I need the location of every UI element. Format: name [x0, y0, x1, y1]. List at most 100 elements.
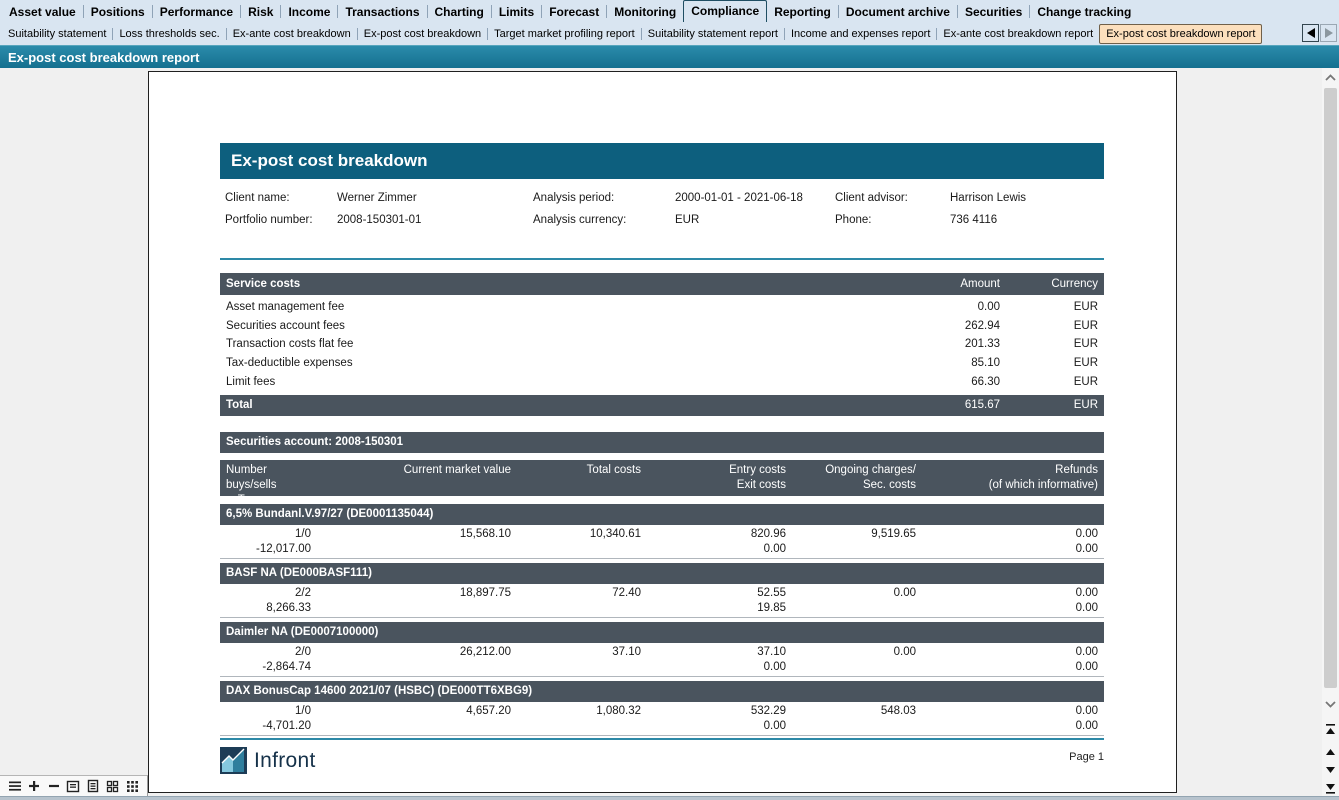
- cell: 52.55: [645, 586, 790, 601]
- cost-label: Securities account fees: [220, 320, 840, 332]
- module-tab-change-tracking[interactable]: Change tracking: [1030, 1, 1138, 22]
- divider-rule: [220, 258, 1104, 260]
- two-pages-button[interactable]: [104, 778, 121, 795]
- cell: 2/2: [220, 586, 315, 601]
- field-label: Client advisor:: [835, 192, 950, 204]
- cost-amount: 85.10: [840, 357, 1000, 369]
- zoom-in-button[interactable]: [26, 778, 43, 795]
- cell: [515, 660, 645, 675]
- security-name: Daimler NA (DE0007100000): [226, 626, 378, 638]
- module-tab-reporting[interactable]: Reporting: [767, 1, 838, 22]
- module-tab-transactions[interactable]: Transactions: [338, 1, 426, 22]
- module-tab-compliance[interactable]: Compliance: [683, 0, 767, 22]
- module-tab-risk[interactable]: Risk: [241, 1, 280, 22]
- cost-currency: EUR: [1000, 376, 1104, 388]
- security-data: 2/2 18,897.75 72.40 52.55 0.00 0.00 8,26…: [220, 584, 1104, 618]
- table-row: Tax-deductible expenses 85.10 EUR: [220, 354, 1104, 373]
- scrollbar-thumb[interactable]: [1324, 88, 1337, 688]
- report-tab-ex-ante-cost-breakdown[interactable]: Ex-ante cost breakdown: [227, 24, 357, 44]
- table-row: Securities account fees 262.94 EUR: [220, 317, 1104, 336]
- service-costs-title: Service costs: [220, 278, 840, 290]
- scroll-up-button[interactable]: [1322, 69, 1339, 86]
- menu-icon: [8, 780, 22, 792]
- cell: 37.10: [645, 645, 790, 660]
- fit-page-button[interactable]: [65, 778, 82, 795]
- previous-page-button[interactable]: [1322, 742, 1339, 761]
- module-tab-limits[interactable]: Limits: [492, 1, 541, 22]
- cell: 37.10: [515, 645, 645, 660]
- module-tab-document-archive[interactable]: Document archive: [839, 1, 957, 22]
- module-tab-asset-value[interactable]: Asset value: [2, 1, 83, 22]
- module-tab-forecast[interactable]: Forecast: [542, 1, 606, 22]
- report-tab-income-expenses-report[interactable]: Income and expenses report: [785, 24, 936, 44]
- zoom-out-button[interactable]: [45, 778, 62, 795]
- cell: 1,080.32: [515, 704, 645, 719]
- tab-scroll-left-button[interactable]: [1302, 24, 1319, 42]
- column-header: Entry costs Exit costs: [645, 463, 790, 496]
- cell: -4,701.20: [220, 719, 315, 734]
- next-page-button[interactable]: [1322, 760, 1339, 779]
- cost-label: Limit fees: [220, 376, 840, 388]
- table-row: Limit fees 66.30 EUR: [220, 372, 1104, 391]
- report-tab-ex-post-cost-breakdown[interactable]: Ex-post cost breakdown: [358, 24, 487, 44]
- module-tab-bar: Asset value Positions Performance Risk I…: [0, 0, 1339, 22]
- cell: 1/0: [220, 704, 315, 719]
- report-tab-ex-ante-cost-breakdown-report[interactable]: Ex-ante cost breakdown report: [937, 24, 1099, 44]
- module-tab-performance[interactable]: Performance: [153, 1, 240, 22]
- security-name: BASF NA (DE000BASF111): [226, 567, 372, 579]
- column-header: Total costs: [515, 463, 645, 496]
- cell: [315, 601, 515, 616]
- cell: [790, 719, 920, 734]
- field-value: Werner Zimmer: [337, 192, 533, 204]
- field-label: Analysis period:: [533, 192, 675, 204]
- cell: 0.00: [645, 542, 790, 557]
- cost-currency: EUR: [1000, 357, 1104, 369]
- currency-column-header: Currency: [1000, 278, 1104, 290]
- module-tab-income[interactable]: Income: [281, 1, 337, 22]
- module-tab-positions[interactable]: Positions: [84, 1, 152, 22]
- field-label: Portfolio number:: [225, 214, 337, 226]
- cost-amount: 0.00: [840, 301, 1000, 313]
- cell: 15,568.10: [315, 527, 515, 542]
- cell: [315, 542, 515, 557]
- cell: -2,864.74: [220, 660, 315, 675]
- column-header: Number buys/sells Turnover: [220, 463, 315, 496]
- cell: 0.00: [920, 586, 1104, 601]
- report-tab-ex-post-cost-breakdown-report[interactable]: Ex-post cost breakdown report: [1099, 24, 1262, 44]
- report-tab-suitability-statement-report[interactable]: Suitability statement report: [642, 24, 784, 44]
- cost-currency: EUR: [1000, 338, 1104, 350]
- report-tab-loss-thresholds[interactable]: Loss thresholds sec.: [113, 24, 225, 44]
- cell: -12,017.00: [220, 542, 315, 557]
- menu-button[interactable]: [6, 778, 23, 795]
- cell: 548.03: [790, 704, 920, 719]
- cost-currency: EUR: [1000, 301, 1104, 313]
- cell: [515, 601, 645, 616]
- module-tab-securities[interactable]: Securities: [958, 1, 1029, 22]
- report-tab-target-market-profiling[interactable]: Target market profiling report: [488, 24, 641, 44]
- tab-scroll-right-button[interactable]: [1320, 24, 1337, 42]
- report-tab-suitability-statement[interactable]: Suitability statement: [2, 24, 112, 44]
- module-tab-charting[interactable]: Charting: [428, 1, 491, 22]
- client-info-block: Client name: Werner Zimmer Analysis peri…: [220, 187, 1104, 231]
- cell: 0.00: [920, 542, 1104, 557]
- cell: [790, 601, 920, 616]
- vertical-scrollbar[interactable]: [1322, 68, 1339, 800]
- total-currency: EUR: [1000, 399, 1104, 411]
- scroll-down-button[interactable]: [1322, 696, 1339, 713]
- module-tab-monitoring[interactable]: Monitoring: [607, 1, 683, 22]
- application-window: Asset value Positions Performance Risk I…: [0, 0, 1339, 800]
- report-title: Ex-post cost breakdown: [231, 151, 427, 171]
- table-row: Transaction costs flat fee 201.33 EUR: [220, 335, 1104, 354]
- cell: 0.00: [645, 660, 790, 675]
- cell: [515, 719, 645, 734]
- securities-account-title: Securities account: 2008-150301: [226, 436, 403, 448]
- thumbnails-button[interactable]: [124, 778, 141, 795]
- page-footer: Infront Page 1: [220, 738, 1104, 774]
- fit-width-button[interactable]: [85, 778, 102, 795]
- cell: 1/0: [220, 527, 315, 542]
- security-section: DAX BonusCap 14600 2021/07 (HSBC) (DE000…: [220, 681, 1104, 736]
- cost-amount: 201.33: [840, 338, 1000, 350]
- first-page-button[interactable]: [1322, 720, 1339, 739]
- report-preview-area: Ex-post cost breakdown Client name: Wern…: [0, 68, 1339, 800]
- service-costs-header: Service costs Amount Currency: [220, 273, 1104, 295]
